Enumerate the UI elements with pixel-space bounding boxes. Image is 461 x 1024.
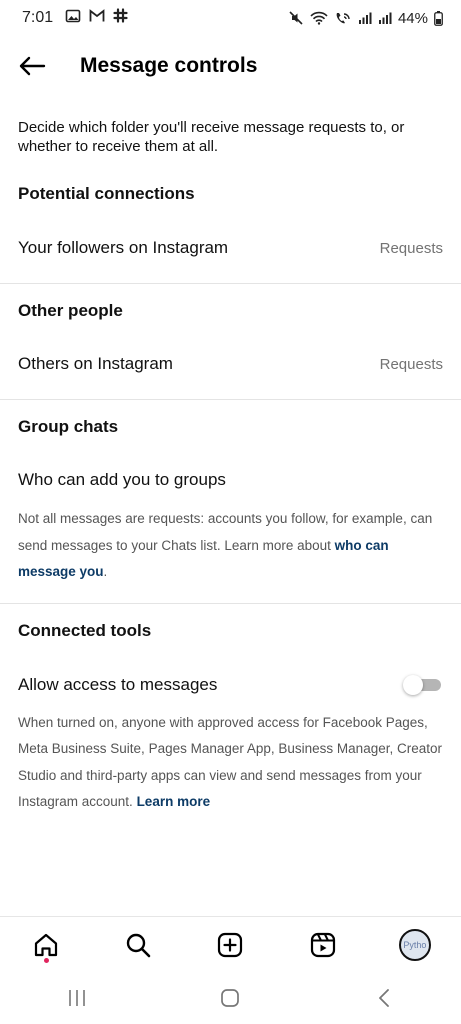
page-title: Message controls — [80, 54, 258, 77]
signal-icon-2 — [378, 11, 392, 25]
battery-icon — [434, 10, 443, 26]
note-suffix: . — [103, 564, 108, 579]
back-button[interactable] — [14, 48, 50, 84]
intro-text: Decide which folder you'll receive messa… — [18, 119, 405, 155]
row-who-can-add-you[interactable]: Who can add you to groups — [0, 470, 461, 490]
system-nav-bar — [0, 972, 461, 1024]
row-value: Requests — [379, 239, 443, 257]
status-right: 44% — [288, 10, 443, 27]
home-icon — [34, 933, 58, 956]
status-bar: 7:01 44% — [0, 0, 461, 36]
header: Message controls — [0, 40, 461, 92]
back-nav-icon — [379, 989, 390, 1007]
note-text: When turned on, anyone with approved acc… — [18, 714, 442, 810]
notification-dot — [44, 957, 50, 963]
status-left: 7:01 — [22, 8, 128, 29]
main-content: Decide which folder you'll receive messa… — [0, 108, 461, 816]
connected-tools-note: When turned on, anyone with approved acc… — [0, 710, 461, 816]
section-title-connected-tools: Connected tools — [18, 620, 152, 640]
gallery-notification-icon — [65, 8, 81, 29]
row-label: Allow access to messages — [18, 674, 218, 694]
search-icon — [127, 933, 151, 957]
back-nav-button[interactable] — [360, 978, 408, 1018]
allow-access-toggle[interactable] — [403, 674, 443, 696]
create-icon — [218, 932, 243, 957]
section-title-group-chats: Group chats — [18, 417, 119, 436]
learn-more-link[interactable]: Learn more — [137, 794, 211, 809]
row-label: Others on Instagram — [18, 354, 173, 373]
home-button-icon — [221, 989, 240, 1007]
recents-icon — [69, 990, 85, 1006]
row-label: Who can add you to groups — [18, 470, 226, 489]
wifi-calling-icon — [334, 11, 352, 25]
nav-profile[interactable]: Pytho — [391, 921, 439, 969]
reels-icon — [310, 932, 335, 957]
gmail-notification-icon — [89, 8, 105, 28]
nav-home[interactable] — [22, 921, 70, 969]
row-your-followers[interactable]: Your followers on Instagram Requests — [0, 238, 461, 258]
wifi-icon — [310, 11, 328, 25]
nav-search[interactable] — [114, 921, 162, 969]
bottom-nav: Pytho — [0, 916, 461, 972]
profile-avatar: Pytho — [398, 928, 431, 961]
nav-create[interactable] — [206, 921, 254, 969]
row-label: Your followers on Instagram — [18, 238, 229, 257]
home-nav-button[interactable] — [206, 978, 254, 1018]
back-arrow-icon — [19, 56, 46, 76]
slack-notification-icon — [113, 8, 128, 28]
row-others-on-instagram[interactable]: Others on Instagram Requests — [0, 354, 461, 374]
mute-icon — [288, 10, 304, 26]
nav-reels[interactable] — [299, 921, 347, 969]
battery-percent: 44% — [397, 9, 428, 27]
row-allow-access-to-messages[interactable]: Allow access to messages — [0, 674, 461, 696]
recents-button[interactable] — [53, 978, 101, 1018]
row-value: Requests — [379, 355, 443, 373]
toggle-knob — [403, 674, 423, 695]
signal-icon — [358, 11, 372, 25]
group-chats-note: Not all messages are requests: accounts … — [0, 506, 461, 586]
section-title-potential-connections: Potential connections — [18, 184, 195, 203]
section-title-other-people: Other people — [18, 301, 123, 320]
status-time: 7:01 — [22, 9, 54, 26]
